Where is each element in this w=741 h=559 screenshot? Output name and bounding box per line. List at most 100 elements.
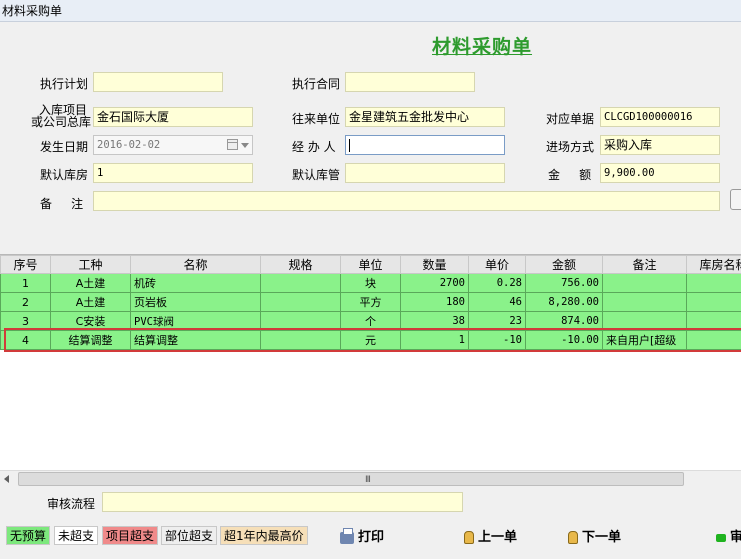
- cell-name[interactable]: 结算调整: [130, 330, 261, 350]
- cell-qty[interactable]: 180: [400, 292, 469, 312]
- cell-amount[interactable]: 8,280.00: [525, 292, 603, 312]
- col-header-qty[interactable]: 数量: [400, 255, 469, 274]
- cell-amount[interactable]: -10.00: [525, 330, 603, 350]
- vendor-label: 往来单位: [292, 112, 341, 126]
- window-title: 材料采购单: [0, 0, 741, 22]
- cell-warehouse[interactable]: 1: [686, 311, 741, 331]
- cell-price[interactable]: 46: [468, 292, 526, 312]
- cell-name[interactable]: PVC球阀: [130, 311, 261, 331]
- cell-seq[interactable]: 1: [0, 273, 51, 293]
- cell-qty[interactable]: 1: [400, 330, 469, 350]
- cell-price[interactable]: 0.28: [468, 273, 526, 293]
- col-header-remark[interactable]: 备注: [602, 255, 687, 274]
- cell-spec[interactable]: [260, 330, 341, 350]
- cell-qty[interactable]: 2700: [400, 273, 469, 293]
- cell-price[interactable]: 23: [468, 311, 526, 331]
- cell-name[interactable]: 页岩板: [130, 292, 261, 312]
- horizontal-scrollbar[interactable]: III: [0, 470, 741, 487]
- printer-icon: [340, 527, 354, 544]
- default-warehouse-field[interactable]: 1: [93, 163, 253, 183]
- date-picker[interactable]: 2016-02-02: [93, 135, 253, 155]
- col-header-price[interactable]: 单价: [468, 255, 526, 274]
- ref-doc-field[interactable]: CLCGD100000016: [600, 107, 720, 127]
- cell-warehouse[interactable]: 1: [686, 273, 741, 293]
- cell-trade[interactable]: A土建: [50, 273, 131, 293]
- table-row-selected[interactable]: 4 结算调整 结算调整 元 1 -10 -10.00 来自用户[超级: [0, 330, 741, 350]
- col-header-warehouse[interactable]: 库房名称: [686, 255, 741, 274]
- cell-seq[interactable]: 3: [0, 311, 51, 331]
- col-header-seq[interactable]: 序号: [0, 255, 51, 274]
- audit-flow-label: 审核流程: [47, 497, 96, 511]
- cell-warehouse[interactable]: 1: [686, 292, 741, 312]
- cell-seq[interactable]: 2: [0, 292, 51, 312]
- cell-seq[interactable]: 4: [0, 330, 51, 350]
- table-row[interactable]: 3 C安装 PVC球阀 个 38 23 874.00 1: [0, 311, 741, 331]
- project-label: 入库项目 或公司总库: [31, 104, 91, 128]
- cell-remark[interactable]: 来自用户[超级: [602, 330, 687, 350]
- exec-contract-field[interactable]: [345, 72, 475, 92]
- exec-plan-label: 执行计划: [40, 77, 89, 91]
- col-header-trade[interactable]: 工种: [50, 255, 131, 274]
- items-grid[interactable]: 序号 工种 名称 规格 单位 数量 单价 金额 备注 库房名称 1 A土建 机砖…: [0, 254, 741, 470]
- items-table: 序号 工种 名称 规格 单位 数量 单价 金额 备注 库房名称 1 A土建 机砖…: [0, 255, 741, 350]
- grid-header-row: 序号 工种 名称 规格 单位 数量 单价 金额 备注 库房名称: [0, 255, 741, 274]
- entry-mode-field[interactable]: 采购入库: [600, 135, 720, 155]
- remark-side-button[interactable]: [730, 189, 741, 210]
- cell-unit[interactable]: 块: [340, 273, 401, 293]
- cell-amount[interactable]: 756.00: [525, 273, 603, 293]
- cell-trade[interactable]: 结算调整: [50, 330, 131, 350]
- cell-amount[interactable]: 874.00: [525, 311, 603, 331]
- col-header-amount[interactable]: 金额: [525, 255, 603, 274]
- print-label: 打印: [358, 530, 385, 545]
- prev-label: 上一单: [478, 530, 518, 545]
- cell-remark[interactable]: [602, 292, 687, 312]
- cell-warehouse[interactable]: [686, 330, 741, 350]
- cell-price[interactable]: -10: [468, 330, 526, 350]
- project-field[interactable]: 金石国际大厦: [93, 107, 253, 127]
- ref-doc-label: 对应单据: [546, 112, 595, 126]
- hand-pointer-icon: [464, 531, 474, 544]
- col-header-name[interactable]: 名称: [130, 255, 261, 274]
- cell-spec[interactable]: [260, 311, 341, 331]
- audit-button-label: 审核: [730, 530, 741, 545]
- prev-record-button[interactable]: 上一单: [464, 529, 517, 547]
- col-header-spec[interactable]: 规格: [260, 255, 341, 274]
- project-label-line2: 或公司总库: [31, 115, 92, 129]
- legend-not-over: 未超支: [54, 526, 99, 545]
- cell-spec[interactable]: [260, 273, 341, 293]
- exec-contract-label: 执行合同: [292, 77, 341, 91]
- cell-spec[interactable]: [260, 292, 341, 312]
- vendor-field[interactable]: 金星建筑五金批发中心: [345, 107, 505, 127]
- next-record-button[interactable]: 下一单: [568, 529, 621, 547]
- handler-input[interactable]: [345, 135, 505, 155]
- print-button[interactable]: 打印: [340, 527, 385, 547]
- cell-unit[interactable]: 平方: [340, 292, 401, 312]
- default-keeper-field[interactable]: [345, 163, 505, 183]
- audit-flow-field[interactable]: [102, 492, 463, 512]
- scrollbar-thumb[interactable]: III: [18, 472, 684, 486]
- cell-remark[interactable]: [602, 311, 687, 331]
- cell-trade[interactable]: C安装: [50, 311, 131, 331]
- calendar-icon[interactable]: [227, 139, 238, 150]
- remark-field[interactable]: [93, 191, 720, 211]
- amount-field[interactable]: 9,900.00: [600, 163, 720, 183]
- col-header-unit[interactable]: 单位: [340, 255, 401, 274]
- scrollbar-grip: III: [365, 475, 371, 485]
- handler-label: 经 办 人: [292, 140, 336, 154]
- cell-trade[interactable]: A土建: [50, 292, 131, 312]
- audit-button[interactable]: 审核: [716, 529, 741, 547]
- cell-unit[interactable]: 元: [340, 330, 401, 350]
- cell-remark[interactable]: [602, 273, 687, 293]
- table-row[interactable]: 1 A土建 机砖 块 2700 0.28 756.00 1: [0, 273, 741, 293]
- cell-name[interactable]: 机砖: [130, 273, 261, 293]
- scroll-left-arrow-icon[interactable]: [4, 475, 9, 483]
- cell-unit[interactable]: 个: [340, 311, 401, 331]
- text-cursor: [349, 138, 350, 152]
- cell-qty[interactable]: 38: [400, 311, 469, 331]
- form-title: 材料采购单: [432, 36, 533, 58]
- chevron-down-icon[interactable]: [241, 143, 249, 148]
- date-label: 发生日期: [40, 140, 89, 154]
- exec-plan-field[interactable]: [93, 72, 223, 92]
- table-row[interactable]: 2 A土建 页岩板 平方 180 46 8,280.00 1: [0, 292, 741, 312]
- entry-mode-label: 进场方式: [546, 140, 595, 154]
